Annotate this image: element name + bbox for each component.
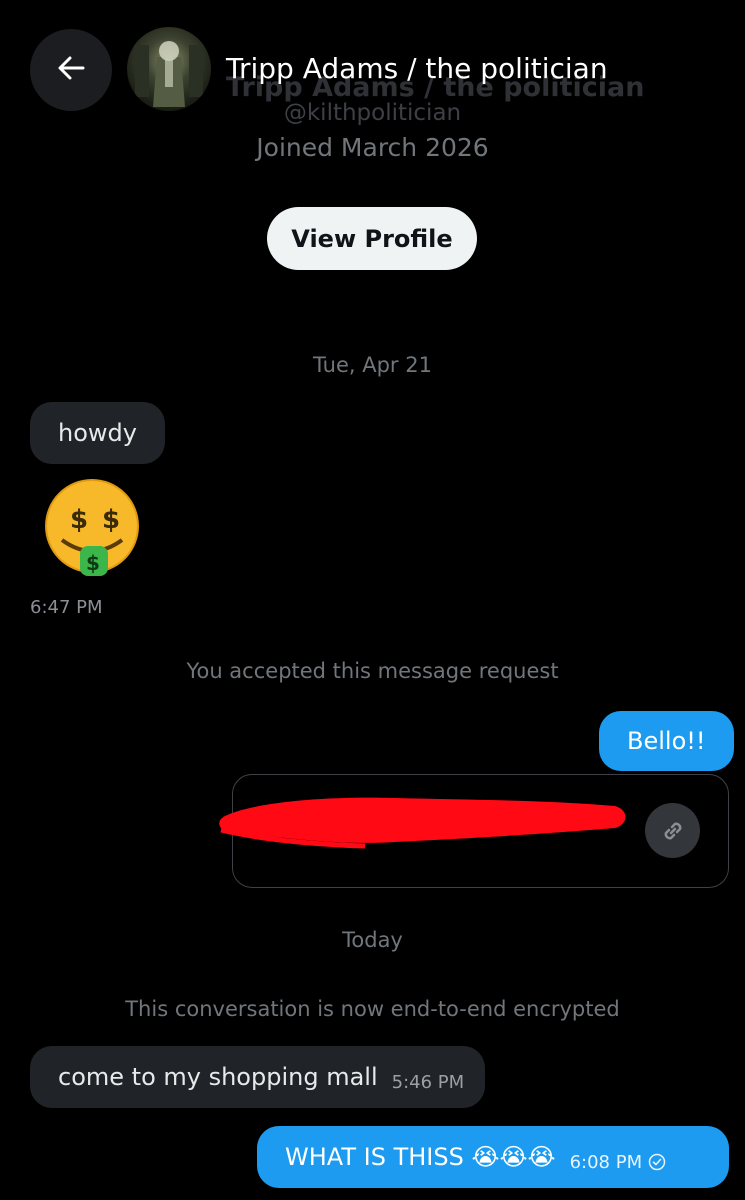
redaction-scribble: [219, 797, 626, 849]
link-icon[interactable]: [645, 803, 700, 858]
message-timestamp: 6:47 PM: [30, 597, 103, 618]
svg-text:$: $: [102, 505, 120, 535]
money-mouth-face-icon[interactable]: $ $ $: [40, 478, 145, 578]
message-text: WHAT IS THISS 😭😭😭: [285, 1143, 556, 1171]
date-divider: Today: [342, 928, 403, 952]
message-text: come to my shopping mall: [58, 1063, 378, 1091]
view-profile-button[interactable]: View Profile: [267, 207, 477, 270]
svg-text:$: $: [86, 551, 100, 575]
message-bubble-outgoing[interactable]: WHAT IS THISS 😭😭😭 6:08 PM: [257, 1126, 729, 1188]
message-text: Bello!!: [627, 727, 706, 755]
message-text: howdy: [58, 419, 137, 447]
contact-name: Tripp Adams / the politician: [226, 52, 608, 85]
system-notice: This conversation is now end-to-end encr…: [125, 997, 620, 1021]
read-check-icon: [648, 1153, 666, 1171]
joined-date: Joined March 2026: [256, 133, 489, 162]
date-divider: Tue, Apr 21: [313, 353, 432, 377]
back-button[interactable]: [30, 29, 112, 111]
message-bubble-incoming[interactable]: howdy: [30, 402, 165, 464]
contact-handle: @kilthpolitician: [283, 100, 462, 126]
back-arrow-icon: [56, 53, 86, 87]
system-notice: You accepted this message request: [186, 659, 559, 683]
message-timestamp: 5:46 PM: [391, 1071, 465, 1093]
avatar[interactable]: [127, 27, 211, 111]
message-bubble-incoming[interactable]: come to my shopping mall 5:46 PM: [30, 1046, 485, 1108]
message-timestamp: 6:08 PM: [569, 1151, 643, 1173]
svg-text:$: $: [70, 505, 88, 535]
message-bubble-outgoing[interactable]: Bello!!: [599, 711, 734, 771]
